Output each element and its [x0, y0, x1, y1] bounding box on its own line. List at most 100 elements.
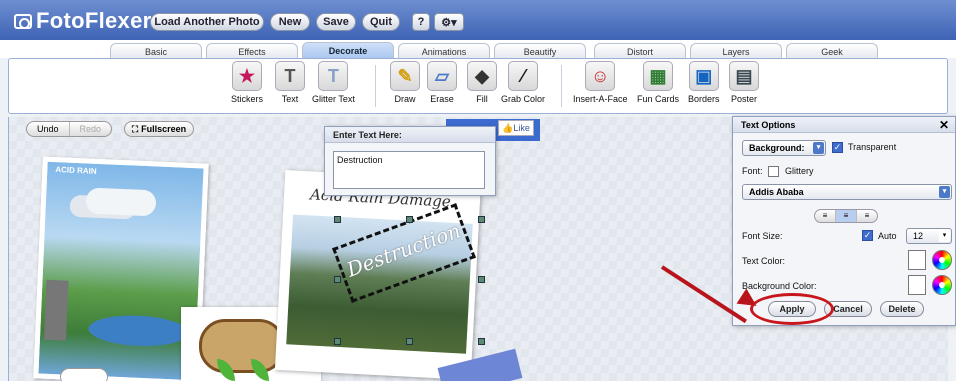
undo-redo-group: Undo Redo [26, 121, 112, 137]
tool-borders[interactable]: ▣ Borders [688, 61, 720, 104]
background-color-label: Background Color: [742, 281, 817, 291]
redo-button[interactable]: Redo [68, 122, 112, 136]
tool-stickers[interactable]: ★ Stickers [231, 61, 263, 104]
tab-beautify[interactable]: Beautify [494, 43, 586, 59]
app-logo[interactable]: FotoFlexer [14, 8, 151, 34]
tool-text[interactable]: T Text [275, 61, 305, 104]
text-options-title: Text Options [741, 120, 796, 130]
decorate-toolbar: ★ Stickers T Text T Glitter Text ✎ Draw … [8, 58, 948, 114]
category-tabs: Basic Effects Decorate Animations Beauti… [0, 40, 956, 59]
color-wheel-icon[interactable] [932, 250, 952, 270]
auto-label: Auto [878, 231, 897, 241]
tab-geek[interactable]: Geek [786, 43, 878, 59]
tool-poster[interactable]: ▤ Poster [729, 61, 759, 104]
tool-label: Draw [394, 94, 416, 104]
delete-button[interactable]: Delete [880, 301, 924, 317]
chevron-down-icon: ▾ [939, 230, 950, 242]
tool-label: Glitter Text [312, 94, 355, 104]
resize-handle[interactable] [406, 338, 413, 345]
tool-label: Insert-A-Face [573, 94, 628, 104]
font-size-select[interactable]: 12 ▾ [906, 228, 952, 244]
toolbar-divider [375, 65, 376, 107]
tool-fun-cards[interactable]: ▦ Fun Cards [637, 61, 679, 104]
thumbs-up-icon: 👍 [502, 122, 514, 133]
text-align-group: ≡ ≡ ≡ [814, 209, 878, 223]
tool-label: Borders [688, 94, 720, 104]
resize-handle[interactable] [478, 338, 485, 345]
resize-handle[interactable] [478, 216, 485, 223]
font-label: Font: [742, 166, 763, 176]
close-icon[interactable]: ✕ [939, 118, 949, 132]
text-options-header: Text Options ✕ [733, 117, 955, 133]
auto-size-checkbox[interactable]: ✓ [862, 230, 873, 241]
tool-fill[interactable]: ◆ Fill [467, 61, 497, 104]
glitter-text-icon: T [318, 61, 349, 91]
tool-erase[interactable]: ▱ Erase [427, 61, 457, 104]
annotation-highlight-ring [750, 293, 834, 325]
resize-handle[interactable] [334, 338, 341, 345]
app-header: FotoFlexer Load Another Photo New Save Q… [0, 0, 956, 40]
small-cloud-clipart[interactable] [60, 368, 108, 381]
tool-grab-color[interactable]: ⁄ Grab Color [501, 61, 545, 104]
transparent-checkbox[interactable]: ✓ [832, 142, 843, 153]
facebook-like-button[interactable]: 👍 Like [498, 120, 534, 136]
undo-button[interactable]: Undo [27, 122, 69, 136]
color-wheel-icon[interactable] [932, 275, 952, 295]
tab-effects[interactable]: Effects [206, 43, 298, 59]
cloud-shape [85, 187, 157, 217]
background-select-label: Background: [749, 143, 805, 153]
chevron-down-icon: ▾ [939, 186, 950, 198]
glittery-label: Glittery [785, 166, 814, 176]
align-right-icon[interactable]: ≡ [856, 210, 877, 222]
photo-caption: ACID RAIN [55, 165, 97, 176]
factory-shape [43, 279, 69, 341]
tab-basic[interactable]: Basic [110, 43, 202, 59]
align-center-icon[interactable]: ≡ [835, 210, 856, 222]
background-color-swatch[interactable] [908, 275, 926, 295]
tool-label: Fill [476, 94, 488, 104]
insert-face-icon: ☺ [585, 61, 616, 91]
tab-distort[interactable]: Distort [594, 43, 686, 59]
borders-icon: ▣ [688, 61, 719, 91]
enter-text-header: Enter Text Here: [325, 127, 495, 143]
new-button[interactable]: New [270, 13, 310, 31]
eyedropper-icon: ⁄ [508, 61, 538, 91]
tool-glitter-text[interactable]: T Glitter Text [312, 61, 355, 104]
help-button[interactable]: ? [412, 13, 430, 31]
fun-cards-icon: ▦ [643, 61, 674, 91]
tool-label: Grab Color [501, 94, 546, 104]
resize-handle[interactable] [406, 216, 413, 223]
font-select[interactable]: Addis Ababa ▾ [742, 184, 952, 200]
save-button[interactable]: Save [316, 13, 356, 31]
text-color-swatch[interactable] [908, 250, 926, 270]
chevron-down-icon: ▾ [813, 142, 824, 154]
tab-layers[interactable]: Layers [690, 43, 782, 59]
fullscreen-button[interactable]: ⛶ Fullscreen [124, 121, 194, 137]
logo-text: FotoFlexer [36, 8, 152, 33]
tab-animations[interactable]: Animations [398, 43, 490, 59]
font-size-value: 12 [913, 231, 924, 241]
eraser-icon: ▱ [427, 61, 457, 91]
quit-button[interactable]: Quit [362, 13, 400, 31]
tool-draw[interactable]: ✎ Draw [390, 61, 420, 104]
paint-bucket-icon: ◆ [467, 61, 497, 91]
poster-icon: ▤ [729, 61, 759, 91]
tool-insert-a-face[interactable]: ☺ Insert-A-Face [573, 61, 628, 104]
align-left-icon[interactable]: ≡ [815, 210, 835, 222]
resize-handle[interactable] [478, 276, 485, 283]
tool-label: Poster [730, 94, 757, 104]
fotoflexer-app: FotoFlexer Load Another Photo New Save Q… [0, 0, 956, 381]
load-another-photo-button[interactable]: Load Another Photo [150, 13, 264, 31]
tool-label: Erase [430, 94, 454, 104]
transparent-label: Transparent [848, 142, 897, 152]
resize-handle[interactable] [334, 276, 341, 283]
enter-text-input[interactable] [333, 151, 485, 189]
resize-handle[interactable] [334, 216, 341, 223]
tab-decorate[interactable]: Decorate [302, 42, 394, 59]
fullscreen-icon: ⛶ [131, 123, 139, 134]
glittery-checkbox[interactable] [768, 166, 779, 177]
settings-dropdown-button[interactable]: ⚙▾ [434, 13, 464, 31]
pencil-icon: ✎ [390, 61, 420, 91]
background-select[interactable]: Background: ▾ [742, 140, 826, 156]
font-select-value: Addis Ababa [749, 187, 804, 197]
